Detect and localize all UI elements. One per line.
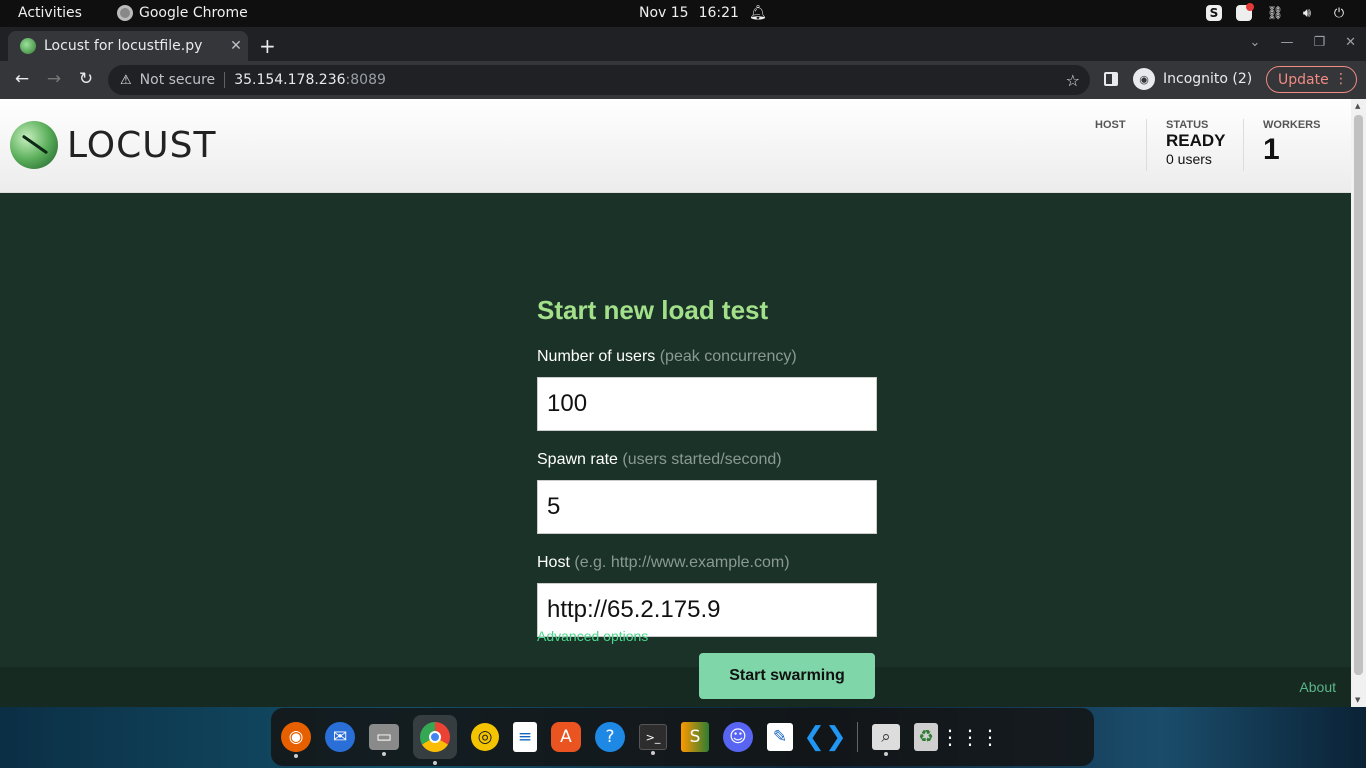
tab-strip: Locust for locustfile.py ✕ + ⌄ — ❐ ✕ [0, 27, 1366, 61]
skype-icon[interactable]: S [1206, 5, 1222, 21]
browser-toolbar: ← → ↻ ⚠ Not secure 35.154.178.236 :8089 … [0, 61, 1366, 99]
update-label: Update [1278, 71, 1329, 88]
incognito-indicator[interactable]: ◉ Incognito (2) [1133, 68, 1252, 90]
users-label: Number of users [537, 348, 656, 365]
users-hint: (peak concurrency) [659, 348, 797, 365]
spawn-rate-label: Spawn rate [537, 451, 618, 468]
scrollbar-thumb[interactable] [1354, 115, 1363, 675]
chrome-icon [117, 5, 133, 21]
locust-logo[interactable]: LOCUST [10, 121, 216, 169]
network-icon[interactable]: ⛓︎ [1266, 4, 1284, 22]
host-stat: HOST [1095, 119, 1126, 131]
status-label: STATUS [1166, 119, 1209, 131]
chrome-icon[interactable] [413, 715, 457, 765]
warning-icon[interactable]: ⚠ [120, 73, 132, 88]
app-name: Google Chrome [139, 5, 248, 21]
workers-value: 1 [1263, 133, 1280, 166]
spawn-label-row: Spawn rate (users started/second) [537, 451, 877, 471]
side-panel-icon[interactable] [1104, 72, 1118, 86]
security-label[interactable]: Not secure [140, 72, 216, 88]
date: Nov 15 [639, 5, 689, 21]
page-footer: About [0, 667, 1351, 707]
power-icon[interactable]: ⏻ [1330, 4, 1348, 22]
divider [224, 72, 226, 88]
app-menu[interactable]: Google Chrome [117, 5, 248, 21]
users-label-row: Number of users (peak concurrency) [537, 348, 877, 368]
spawn-rate-input[interactable] [537, 480, 877, 534]
users-input[interactable] [537, 377, 877, 431]
locust-header: LOCUST HOST STATUS READY 0 users WORKERS… [0, 99, 1351, 193]
host-label-row: Host (e.g. http://www.example.com) [537, 554, 877, 574]
bookmark-star-icon[interactable]: ☆ [1066, 71, 1080, 90]
host-field-label: Host [537, 554, 570, 571]
image-viewer-icon[interactable]: ⌕ [872, 724, 900, 756]
software-icon[interactable]: A [551, 722, 581, 752]
url-port: :8089 [345, 72, 386, 88]
terminal-icon[interactable]: >_ [639, 724, 667, 755]
start-swarming-button[interactable]: Start swarming [699, 653, 875, 699]
locust-favicon-icon [20, 38, 36, 54]
about-link[interactable]: About [1299, 679, 1336, 695]
system-tray[interactable]: S ⛓︎ 🔊︎ ⏻ [1206, 3, 1348, 22]
tab-search-icon[interactable]: ⌄ [1250, 35, 1261, 50]
close-tab-icon[interactable]: ✕ [224, 38, 248, 54]
notification-app-icon[interactable] [1236, 3, 1254, 21]
window-controls: ⌄ — ❐ ✕ [1250, 35, 1356, 50]
host-field-hint: (e.g. http://www.example.com) [574, 554, 790, 571]
forward-icon[interactable]: → [43, 69, 65, 89]
app-grid-icon[interactable]: ⋮⋮⋮ [940, 719, 1000, 755]
vscode-icon[interactable]: ❮❯ [803, 719, 847, 755]
browser-tab[interactable]: Locust for locustfile.py ✕ [8, 31, 248, 61]
restore-icon[interactable]: ❐ [1313, 35, 1325, 50]
dock-separator [857, 722, 858, 752]
host-label: HOST [1095, 119, 1126, 131]
url-host: 35.154.178.236 [234, 72, 346, 88]
workers-label: WORKERS [1263, 119, 1321, 131]
back-icon[interactable]: ← [11, 69, 33, 89]
files-icon[interactable]: ▭ [369, 724, 399, 756]
sublime-icon[interactable]: S [681, 722, 709, 752]
tab-title: Locust for locustfile.py [44, 38, 203, 54]
volume-icon[interactable]: 🔊︎ [1298, 4, 1316, 22]
writer-icon[interactable]: ≡ [513, 722, 537, 752]
logo-text: LOCUST [67, 124, 217, 166]
time: 16:21 [698, 5, 739, 21]
incognito-icon: ◉ [1133, 68, 1155, 90]
help-icon[interactable]: ? [595, 722, 625, 752]
thunderbird-icon[interactable]: ✉ [325, 722, 355, 752]
more-menu-icon[interactable]: ⋮ [1334, 71, 1348, 87]
status-value: READY [1166, 131, 1226, 150]
clock[interactable]: Nov 15 16:21 🔔︎ [639, 5, 767, 21]
bell-icon: 🔔︎ [748, 5, 767, 21]
scroll-up-icon[interactable]: ▲ [1355, 102, 1360, 110]
load-test-form: Start new load test Number of users (pea… [537, 295, 877, 644]
reload-icon[interactable]: ↻ [75, 69, 97, 89]
firefox-icon[interactable]: ◉ [281, 722, 311, 758]
page-scrollbar[interactable]: ▲ ▼ [1351, 99, 1366, 707]
spawn-rate-hint: (users started/second) [622, 451, 782, 468]
locust-logo-icon [10, 121, 58, 169]
system-top-bar: Activities Google Chrome Nov 15 16:21 🔔︎… [0, 0, 1366, 27]
discord-icon[interactable]: ☺ [723, 722, 753, 752]
trash-icon[interactable]: ♻ [914, 723, 938, 751]
advanced-options-link[interactable]: Advanced options [537, 628, 648, 644]
text-editor-icon[interactable]: ✎ [767, 723, 793, 751]
status-users: 0 users [1166, 151, 1212, 167]
locust-page: LOCUST HOST STATUS READY 0 users WORKERS… [0, 99, 1351, 707]
rhythmbox-icon[interactable]: ◎ [471, 723, 499, 751]
divider [1146, 119, 1147, 171]
minimize-icon[interactable]: — [1280, 35, 1293, 50]
form-title: Start new load test [537, 295, 769, 325]
scroll-down-icon[interactable]: ▼ [1355, 696, 1360, 704]
new-tab-button[interactable]: + [259, 34, 276, 58]
workers-stat: WORKERS 1 [1263, 119, 1320, 165]
divider [1243, 119, 1244, 171]
activities-button[interactable]: Activities [18, 5, 82, 21]
dock: ◉ ✉ ▭ ◎ ≡ A ? >_ S ☺ ✎ ❮❯ ⌕ ♻ ⋮⋮⋮ [271, 708, 1094, 766]
close-window-icon[interactable]: ✕ [1345, 35, 1356, 50]
address-bar[interactable]: ⚠ Not secure 35.154.178.236 :8089 ☆ [108, 65, 1090, 95]
incognito-label: Incognito (2) [1163, 71, 1253, 87]
status-stat: STATUS READY 0 users [1166, 119, 1226, 167]
update-button[interactable]: Update ⋮ [1266, 66, 1357, 93]
